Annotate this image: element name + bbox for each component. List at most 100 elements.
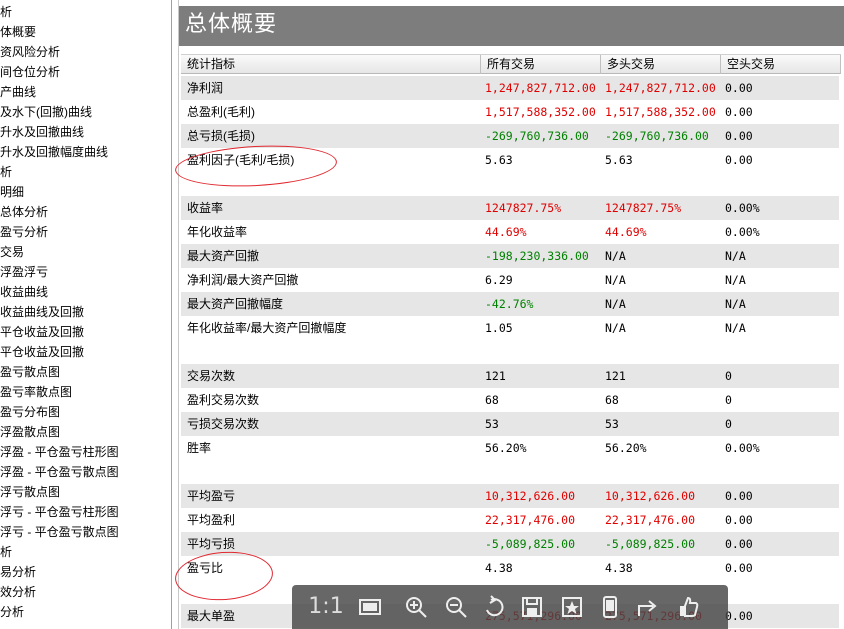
column-header-metric[interactable]: 统计指标 xyxy=(181,55,481,74)
tree-item[interactable]: 浮盈 - 平仓盈亏柱形图 xyxy=(0,442,119,462)
column-header-long[interactable]: 多头交易 xyxy=(601,55,721,74)
short-trades-cell: 0 xyxy=(725,417,732,431)
short-trades-cell: 0.00% xyxy=(725,225,760,239)
tree-item[interactable]: 浮亏 - 平仓盈亏柱形图 xyxy=(0,502,119,522)
tree-item[interactable]: 及水下(回撤)曲线 xyxy=(0,102,92,122)
short-trades-cell: N/A xyxy=(725,297,746,311)
table-row[interactable]: 盈亏比 4.38 4.38 0.00 xyxy=(181,556,839,580)
tree-item[interactable]: 升水及回撤幅度曲线 xyxy=(0,142,108,162)
tree-item[interactable]: 析 xyxy=(0,542,12,562)
tree-item[interactable]: 析 xyxy=(0,162,12,182)
table-row[interactable]: 交易次数 121 121 0 xyxy=(181,364,839,388)
short-trades-cell: 0.00 xyxy=(725,537,753,551)
short-trades-cell: 0.00% xyxy=(725,441,760,455)
long-trades-cell: N/A xyxy=(605,321,626,335)
rotate-icon[interactable] xyxy=(478,591,510,623)
metric-cell: 亏损交易次数 xyxy=(187,417,260,431)
tree-item[interactable]: 收益曲线及回撤 xyxy=(0,302,84,322)
short-trades-cell: N/A xyxy=(725,321,746,335)
metric-cell: 总亏损(毛损) xyxy=(187,129,255,143)
tree-item[interactable]: 浮亏 - 平仓盈亏散点图 xyxy=(0,522,119,542)
tree-item[interactable]: 产曲线 xyxy=(0,82,36,102)
share-icon[interactable] xyxy=(632,591,664,623)
tree-item[interactable]: 浮盈 - 平仓盈亏散点图 xyxy=(0,462,119,482)
zoom-in-icon[interactable] xyxy=(400,591,432,623)
favorite-icon[interactable] xyxy=(556,591,588,623)
all-trades-cell: 5.63 xyxy=(485,153,513,167)
metric-cell: 净利润/最大资产回撤 xyxy=(187,273,299,287)
all-trades-cell: 121 xyxy=(485,369,506,383)
table-row[interactable]: 胜率 56.20% 56.20% 0.00% xyxy=(181,436,839,460)
tree-item[interactable]: 间仓位分析 xyxy=(0,62,60,82)
fit-screen-icon[interactable] xyxy=(354,591,386,623)
page-title: 总体概要 xyxy=(185,12,278,37)
all-trades-cell: -42.76% xyxy=(485,297,534,311)
all-trades-cell: 6.29 xyxy=(485,273,513,287)
actual-size-button[interactable]: 1:1 xyxy=(306,591,346,623)
table-row[interactable]: 收益率 1247827.75% 1247827.75% 0.00% xyxy=(181,196,839,220)
short-trades-cell: N/A xyxy=(725,273,746,287)
table-row[interactable]: 盈利交易次数 68 68 0 xyxy=(181,388,839,412)
tree-item[interactable]: 浮亏散点图 xyxy=(0,482,60,502)
tree-item[interactable]: 盈亏率散点图 xyxy=(0,382,72,402)
table-row[interactable]: 最大资产回撤幅度 -42.76% N/A N/A xyxy=(181,292,839,316)
all-trades-cell: 1,517,588,352.00 xyxy=(485,105,596,119)
tree-item[interactable]: 升水及回撤曲线 xyxy=(0,122,84,142)
short-trades-cell: 0.00 xyxy=(725,489,753,503)
table-row[interactable]: 总亏损(毛损) -269,760,736.00 -269,760,736.00 0.0… xyxy=(181,124,839,148)
tree-item[interactable]: 浮盈浮亏 xyxy=(0,262,48,282)
tree-item[interactable]: 盈亏分析 xyxy=(0,222,48,242)
all-trades-cell: 4.38 xyxy=(485,561,513,575)
metric-cell: 最大单盈 xyxy=(187,609,236,623)
table-row[interactable]: 净利润/最大资产回撤 6.29 N/A N/A xyxy=(181,268,839,292)
metric-cell: 净利润 xyxy=(187,81,224,95)
table-row[interactable]: 年化收益率 44.69% 44.69% 0.00% xyxy=(181,220,839,244)
long-trades-cell: N/A xyxy=(605,273,626,287)
short-trades-cell: 0.00 xyxy=(725,105,753,119)
tree-item[interactable]: 易分析 xyxy=(0,562,36,582)
table-row[interactable]: 平均亏损 -5,089,825.00 -5,089,825.00 0.00 xyxy=(181,532,839,556)
short-trades-cell: 0.00 xyxy=(725,129,753,143)
tree-item[interactable]: 盈亏散点图 xyxy=(0,362,60,382)
tree-item[interactable]: 交易 xyxy=(0,242,24,262)
tree-item[interactable]: 析 xyxy=(0,2,12,22)
long-trades-cell: 1,247,827,712.00 xyxy=(605,81,716,95)
table-row[interactable]: 总盈利(毛利) 1,517,588,352.00 1,517,588,352.00 0… xyxy=(181,100,839,124)
tree-item[interactable]: 平仓收益及回撤 xyxy=(0,342,84,362)
zoom-out-icon[interactable] xyxy=(440,591,472,623)
tree-item[interactable]: 资风险分析 xyxy=(0,42,60,62)
tree-item[interactable]: 分析 xyxy=(0,602,24,622)
save-icon[interactable] xyxy=(516,591,548,623)
short-trades-cell: 0.00 xyxy=(725,513,753,527)
all-trades-cell: 1.05 xyxy=(485,321,513,335)
table-row[interactable]: 平均盈利 22,317,476.00 22,317,476.00 0.00 xyxy=(181,508,839,532)
phone-icon[interactable] xyxy=(594,591,626,623)
metric-cell: 平均盈利 xyxy=(187,513,236,527)
long-trades-cell: N/A xyxy=(605,249,626,263)
like-icon[interactable] xyxy=(672,591,704,623)
tree-item[interactable]: 总体分析 xyxy=(0,202,48,222)
column-header-short[interactable]: 空头交易 xyxy=(721,55,841,74)
tree-item[interactable]: 盈亏分布图 xyxy=(0,402,60,422)
short-trades-cell: 0.00 xyxy=(725,609,753,623)
table-row[interactable]: 净利润 1,247,827,712.00 1,247,827,712.00 0.00 xyxy=(181,76,839,100)
summary-panel: 总体概要 统计指标 所有交易 多头交易 空头交易 净利润 1,247,827,71… xyxy=(173,0,844,629)
table-row[interactable]: 最大资产回撤 -198,230,336.00 N/A N/A xyxy=(181,244,839,268)
short-trades-cell: 0.00 xyxy=(725,81,753,95)
tree-item[interactable]: 浮盈散点图 xyxy=(0,422,60,442)
tree-item[interactable]: 体概要 xyxy=(0,22,36,42)
table-row[interactable]: 年化收益率/最大资产回撤幅度 1.05 N/A N/A xyxy=(181,316,839,340)
tree-item[interactable]: 收益曲线 xyxy=(0,282,48,302)
metric-cell: 年化收益率/最大资产回撤幅度 xyxy=(187,321,347,335)
table-row[interactable]: 亏损交易次数 53 53 0 xyxy=(181,412,839,436)
long-trades-cell: 56.20% xyxy=(605,441,647,455)
table-row[interactable]: 平均盈亏 10,312,626.00 10,312,626.00 0.00 xyxy=(181,484,839,508)
column-header-all[interactable]: 所有交易 xyxy=(481,55,601,74)
tree-item[interactable]: 平仓收益及回撤 xyxy=(0,322,84,342)
tree-item[interactable]: 明细 xyxy=(0,182,24,202)
tree-item[interactable]: 效分析 xyxy=(0,582,36,602)
all-trades-cell: -5,089,825.00 xyxy=(485,537,576,551)
long-trades-cell: 4.38 xyxy=(605,561,633,575)
metric-cell: 最大资产回撤 xyxy=(187,249,260,263)
metric-cell: 年化收益率 xyxy=(187,225,248,239)
